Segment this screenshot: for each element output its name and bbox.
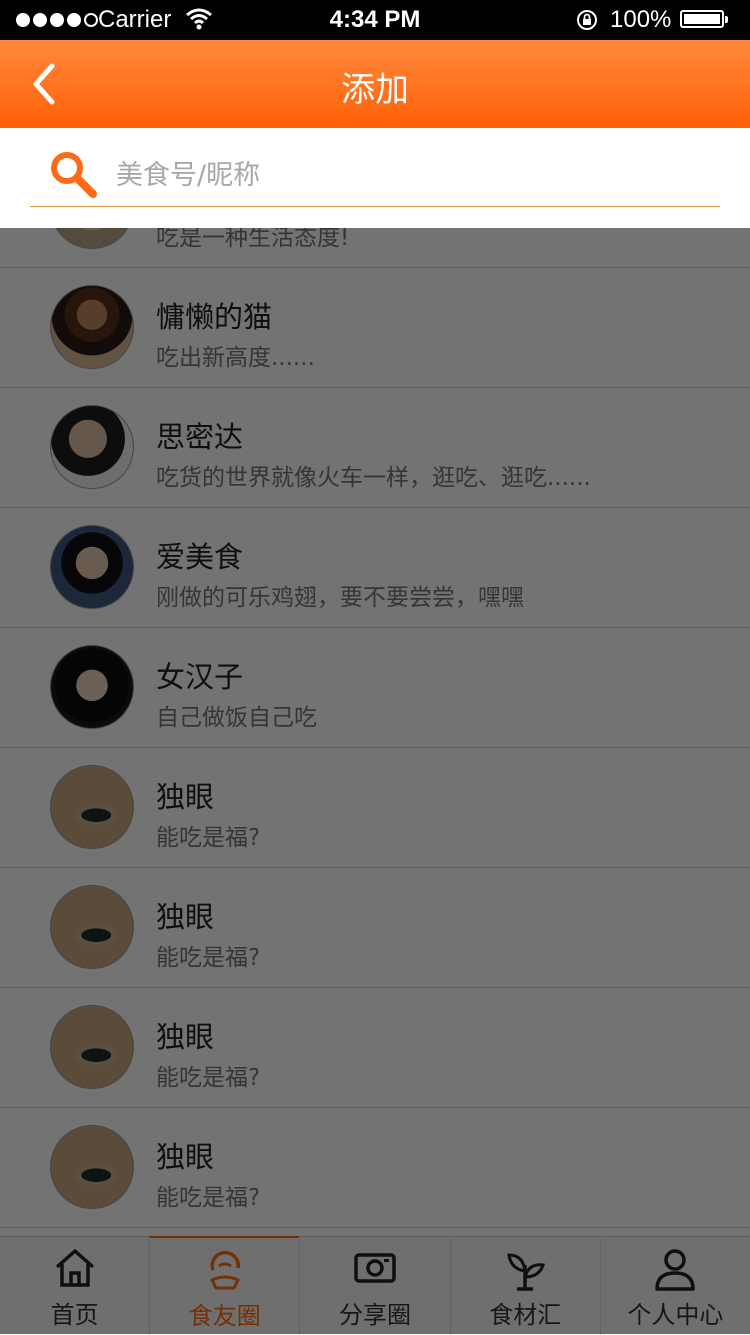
tab-label: 分享圈 bbox=[339, 1301, 411, 1329]
user-name: 独眼 bbox=[156, 1140, 215, 1174]
camera-icon bbox=[354, 1253, 396, 1283]
status-bar: Carrier 4:34 PM 100% bbox=[0, 0, 750, 40]
food-circle-icon bbox=[210, 1250, 240, 1290]
battery-icon bbox=[680, 10, 728, 28]
avatar bbox=[50, 405, 134, 489]
list-item[interactable]: 慵懒的猫 吃出新高度...... bbox=[0, 268, 750, 388]
tab-share-circle[interactable]: 分享圈 bbox=[299, 1237, 449, 1335]
tab-label: 食友圈 bbox=[188, 1302, 261, 1330]
navigation-bar: 添加 bbox=[0, 40, 750, 128]
user-name: 独眼 bbox=[156, 780, 215, 814]
avatar bbox=[50, 525, 134, 609]
user-list: 吃是一种生活态度! 慵懒的猫 吃出新高度...... 思密达 吃货的世界就像火车… bbox=[0, 148, 750, 1228]
user-description: 自己做饭自己吃 bbox=[156, 705, 317, 731]
avatar bbox=[50, 765, 134, 849]
tab-label: 首页 bbox=[50, 1301, 99, 1329]
tab-food-circle[interactable]: 食友圈 bbox=[149, 1236, 300, 1335]
search-box bbox=[30, 144, 720, 207]
user-description: 刚做的可乐鸡翅，要不要尝尝，嘿嘿 bbox=[156, 585, 524, 611]
user-description: 吃出新高度...... bbox=[156, 345, 315, 371]
user-name: 独眼 bbox=[156, 900, 215, 934]
list-item[interactable]: 独眼 能吃是福? bbox=[0, 1108, 750, 1228]
plant-icon bbox=[507, 1253, 546, 1291]
user-name: 爱美食 bbox=[156, 540, 244, 574]
tab-home[interactable]: 首页 bbox=[0, 1237, 149, 1335]
battery-percent: 100% bbox=[610, 6, 672, 33]
avatar bbox=[50, 885, 134, 969]
list-item[interactable]: 独眼 能吃是福? bbox=[0, 988, 750, 1108]
home-icon bbox=[55, 1249, 94, 1287]
tab-bar: 首页 食友圈 分享圈 食材汇 个人中心 bbox=[0, 1236, 750, 1335]
search-input[interactable] bbox=[114, 152, 698, 198]
user-description: 吃货的世界就像火车一样，逛吃、逛吃...... bbox=[156, 465, 591, 491]
user-description: 能吃是福? bbox=[156, 945, 261, 971]
avatar bbox=[50, 1005, 134, 1089]
rotation-lock-icon bbox=[577, 10, 597, 30]
user-name: 思密达 bbox=[156, 420, 244, 454]
user-description: 能吃是福? bbox=[156, 1185, 261, 1211]
user-name: 独眼 bbox=[156, 1020, 215, 1054]
avatar bbox=[50, 1125, 134, 1209]
list-item[interactable]: 独眼 能吃是福? bbox=[0, 748, 750, 868]
tab-profile[interactable]: 个人中心 bbox=[599, 1237, 750, 1335]
search-icon bbox=[51, 152, 97, 198]
user-description: 能吃是福? bbox=[156, 1065, 261, 1091]
tab-label: 个人中心 bbox=[627, 1301, 724, 1329]
tab-ingredients[interactable]: 食材汇 bbox=[449, 1237, 600, 1335]
list-item[interactable]: 女汉子 自己做饭自己吃 bbox=[0, 628, 750, 748]
user-name: 慵懒的猫 bbox=[156, 300, 273, 334]
search-bar bbox=[0, 128, 750, 228]
user-name: 女汉子 bbox=[156, 660, 244, 694]
list-item[interactable]: 独眼 能吃是福? bbox=[0, 868, 750, 988]
page-title: 添加 bbox=[341, 70, 409, 110]
list-item[interactable]: 爱美食 刚做的可乐鸡翅，要不要尝尝，嘿嘿 bbox=[0, 508, 750, 628]
list-item[interactable]: 思密达 吃货的世界就像火车一样，逛吃、逛吃...... bbox=[0, 388, 750, 508]
user-icon bbox=[655, 1249, 696, 1291]
tab-label: 食材汇 bbox=[489, 1301, 562, 1329]
user-description: 能吃是福? bbox=[156, 825, 261, 851]
avatar bbox=[50, 285, 134, 369]
avatar bbox=[50, 645, 134, 729]
